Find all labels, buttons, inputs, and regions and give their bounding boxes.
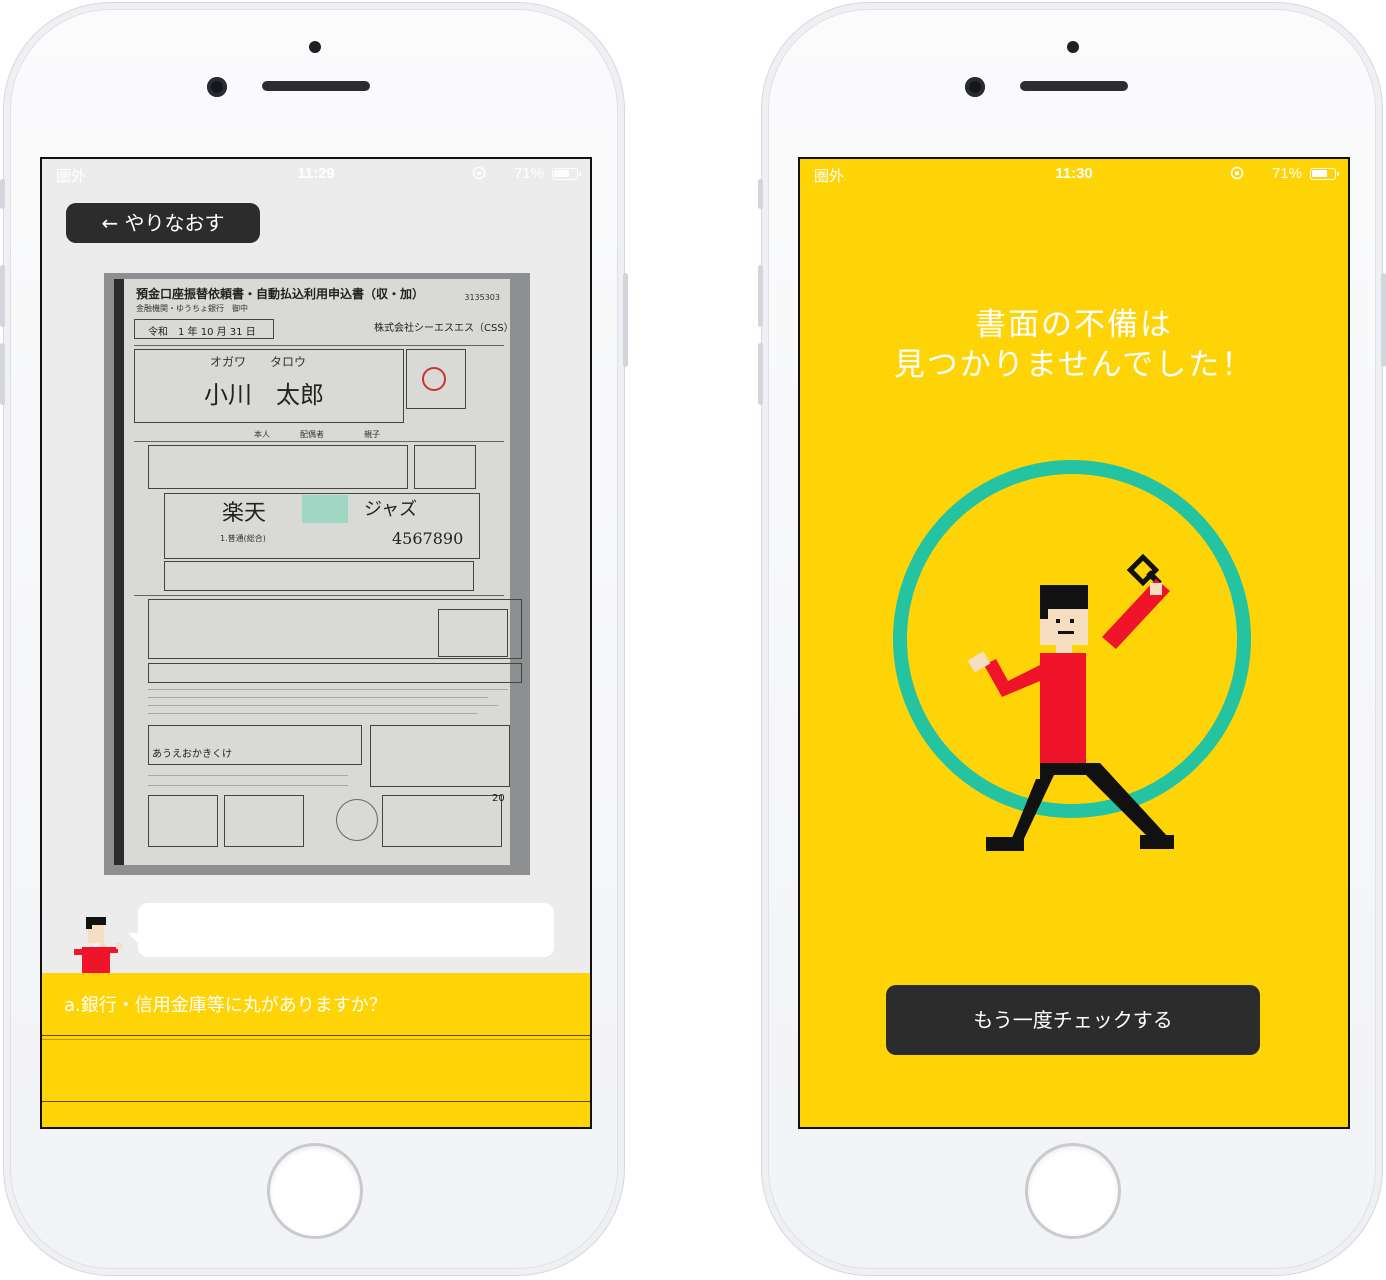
left-screen: 圏外 11:29 71% ← やりなおす 預金口座振替依頼書・自動払込利用申込書… <box>40 157 592 1129</box>
battery-icon <box>552 168 581 180</box>
front-camera-icon <box>965 77 985 97</box>
document-paper: 預金口座振替依頼書・自動払込利用申込書（収・加） 3135303 金融機関・ゆう… <box>114 279 522 865</box>
form-line <box>148 705 498 706</box>
post-office-box <box>224 795 304 847</box>
proximity-sensor <box>1067 41 1079 53</box>
home-button[interactable] <box>1025 1143 1121 1239</box>
clock: 11:29 <box>297 165 335 182</box>
date-stamp-icon <box>336 799 378 841</box>
proximity-sensor <box>309 41 321 53</box>
document-small-number: 20 <box>492 793 505 804</box>
relation-spouse: 配偶者 <box>300 430 324 439</box>
bank-name: 楽天 <box>222 501 267 526</box>
divider <box>42 1039 590 1040</box>
status-bar: 圏外 11:30 71% <box>800 159 1348 189</box>
mascot-shirt <box>1040 653 1086 765</box>
mascot-avatar <box>74 917 122 973</box>
volume-up-button <box>0 265 5 327</box>
volume-up-button <box>758 265 763 327</box>
document-company: 株式会社シーエスエス（CSS） <box>374 323 514 334</box>
scanned-document-photo: 預金口座振替依頼書・自動払込利用申込書（収・加） 3135303 金融機関・ゆう… <box>104 273 530 875</box>
form-line <box>148 775 348 776</box>
form-line <box>148 689 508 690</box>
divider <box>42 1035 590 1036</box>
phone-right: 圏外 11:30 71% 書面の不備は 見つかりませんでした！ もう一度チェック… <box>758 2 1386 1276</box>
contract-number-box <box>414 445 476 489</box>
power-button <box>623 273 628 367</box>
result-title-line1: 書面の不備は <box>975 307 1173 343</box>
code-box <box>164 561 474 591</box>
mute-switch <box>0 179 5 209</box>
power-button <box>1381 273 1386 367</box>
code-handwritten: あうえおかきくけ <box>152 749 232 760</box>
document-title: 預金口座振替依頼書・自動払込利用申込書（収・加） <box>136 287 425 301</box>
merge-box <box>148 663 522 683</box>
contract-box <box>148 445 408 489</box>
result-title: 書面の不備は 見つかりませんでした！ <box>800 305 1348 385</box>
form-line <box>148 785 348 786</box>
home-button[interactable] <box>267 1143 363 1239</box>
account-number: 4567890 <box>392 529 464 548</box>
divider <box>134 441 504 442</box>
divider <box>134 595 504 596</box>
speech-bubble <box>128 903 554 957</box>
divider <box>42 1101 590 1102</box>
form-line <box>148 713 478 714</box>
status-bar: 圏外 11:29 71% <box>42 159 590 189</box>
success-illustration <box>893 460 1251 851</box>
document-number: 3135303 <box>464 293 500 302</box>
orientation-lock-icon <box>1230 166 1244 184</box>
question-text: a.銀行・信用金庫等に丸がありますか？ <box>64 995 387 1016</box>
right-screen: 圏外 11:30 71% 書面の不備は 見つかりませんでした！ もう一度チェック… <box>798 157 1350 1129</box>
insurance-number-box <box>438 609 508 657</box>
branch-name: ジャズ <box>364 499 418 520</box>
question-panel: a.銀行・信用金庫等に丸がありますか？ <box>42 973 590 1127</box>
volume-down-button <box>758 343 763 405</box>
document-bank-line: 金融機関・ゆうちょ銀行 御中 <box>136 304 248 313</box>
account-type: 1.普通(総合) <box>220 534 266 543</box>
divider <box>134 345 504 346</box>
front-camera-icon <box>207 77 227 97</box>
check-again-button[interactable]: もう一度チェックする <box>886 985 1260 1055</box>
bank-use-box <box>148 795 218 847</box>
battery-percent: 71% <box>513 165 544 182</box>
relation-parent: 親子 <box>364 430 380 439</box>
highlight-bank-type <box>302 495 348 523</box>
name-kana: オガワ タロウ <box>210 355 307 369</box>
result-title-line2: 見つかりませんでした！ <box>893 347 1255 383</box>
seal-stamp-icon <box>422 367 446 391</box>
company-info-box <box>370 725 510 787</box>
battery-percent: 71% <box>1271 165 1302 182</box>
name-handwritten: 小川 太郎 <box>204 381 324 409</box>
retry-button[interactable]: ← やりなおす <box>66 203 260 243</box>
document-date: 令和 1 年 10 月 31 日 <box>148 327 256 338</box>
earpiece-speaker <box>262 81 370 91</box>
mute-switch <box>758 179 763 209</box>
mascot-hair <box>1040 585 1088 609</box>
receipt-box <box>382 795 502 847</box>
phone-left: 圏外 11:29 71% ← やりなおす 預金口座振替依頼書・自動払込利用申込書… <box>0 2 628 1276</box>
volume-down-button <box>0 343 5 405</box>
earpiece-speaker <box>1020 81 1128 91</box>
clock: 11:30 <box>1055 165 1093 182</box>
relation-self: 本人 <box>254 430 270 439</box>
orientation-lock-icon <box>472 166 486 184</box>
form-line <box>148 697 488 698</box>
battery-icon <box>1310 168 1339 180</box>
